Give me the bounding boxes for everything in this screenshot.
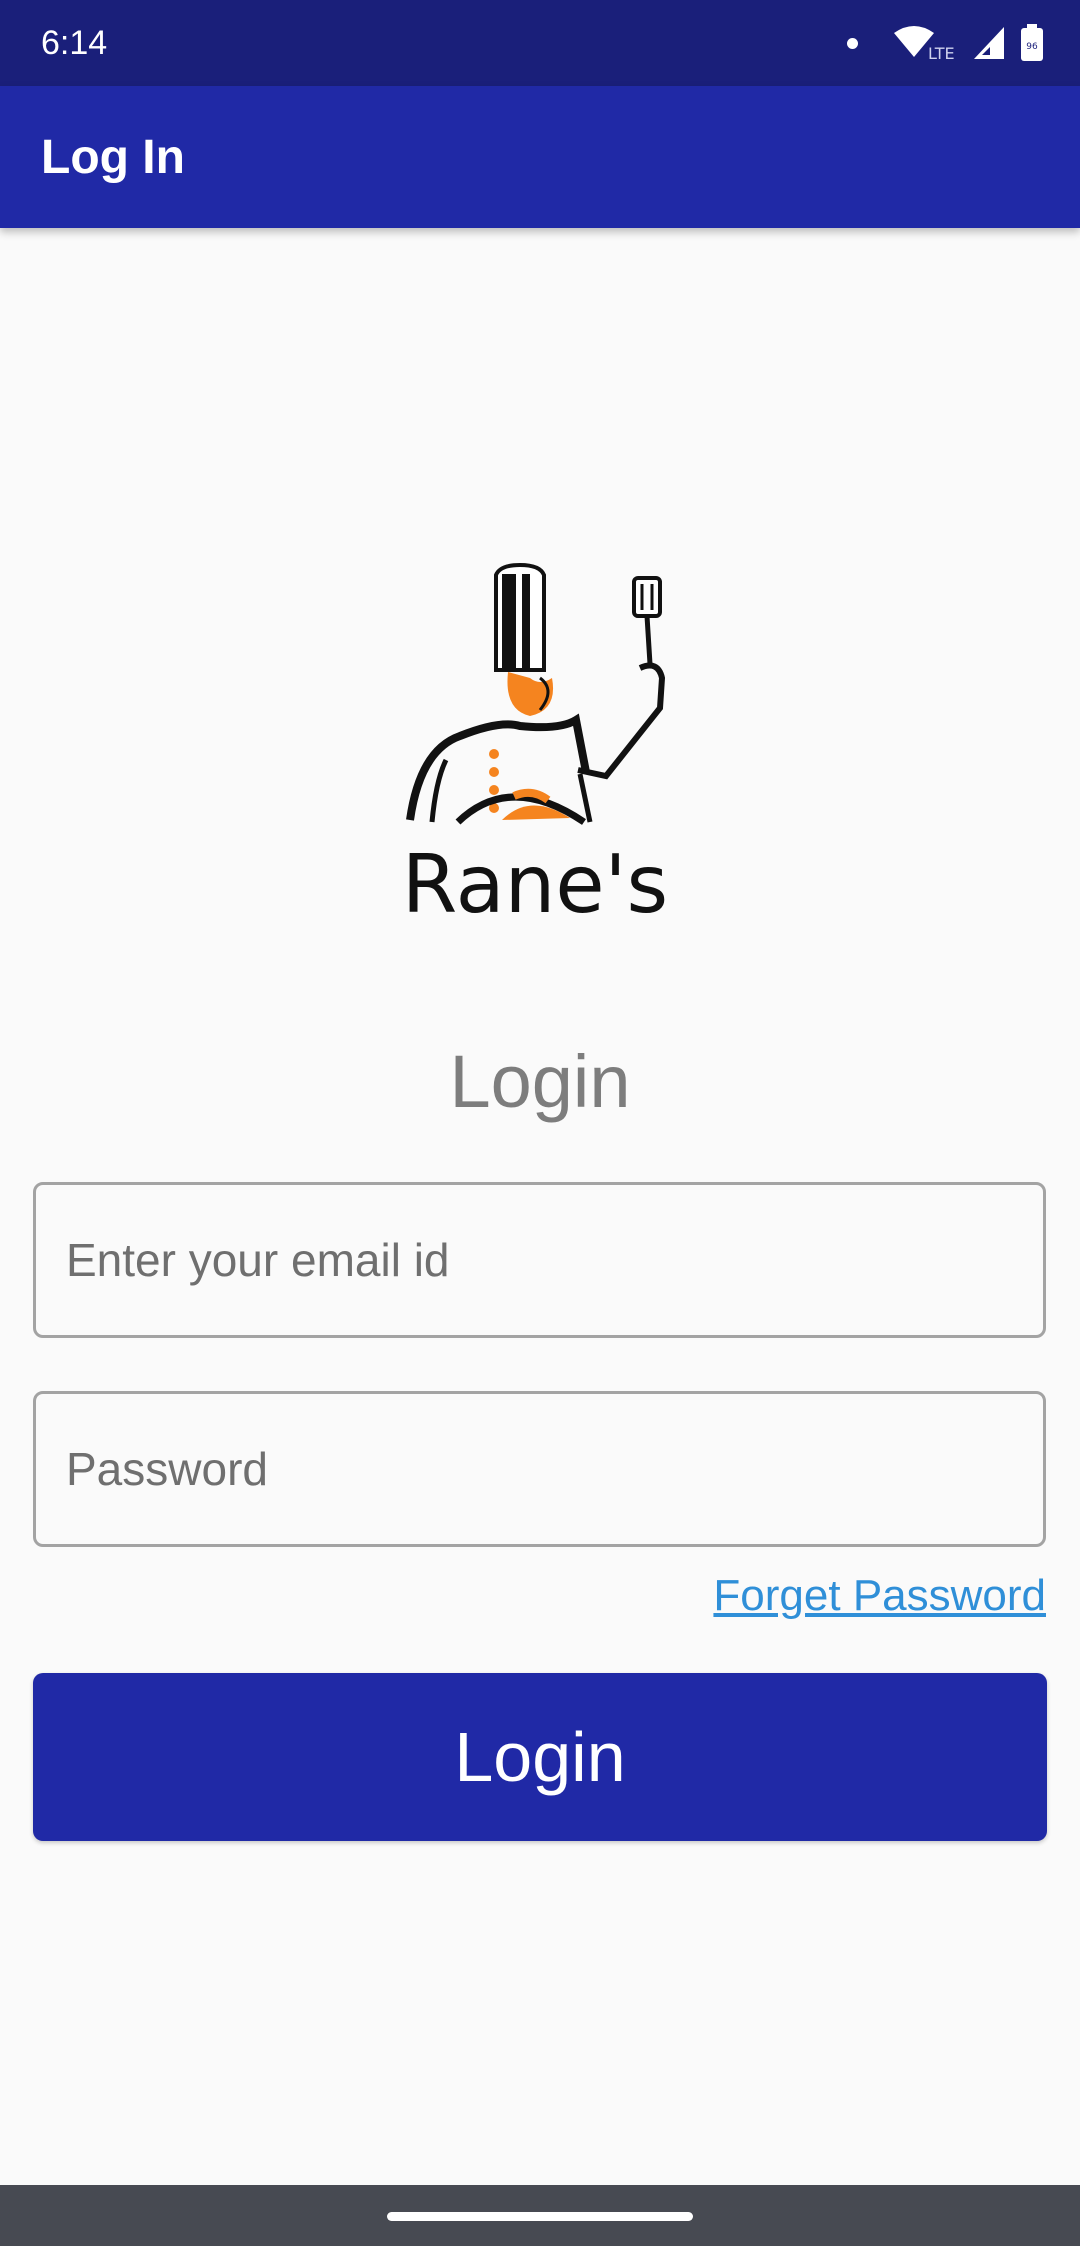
battery-level-text: 96 (1026, 42, 1038, 52)
wifi-icon: LTE (892, 23, 958, 63)
brand-logo: Rane's (390, 560, 690, 940)
brand-name: Rane's (401, 838, 669, 931)
email-field[interactable] (33, 1182, 1046, 1338)
chef-icon (406, 562, 666, 825)
battery-icon: 96 (1020, 24, 1044, 62)
login-button[interactable]: Login (33, 1673, 1047, 1841)
status-icons: LTE 96 (847, 22, 1044, 64)
app-bar-title: Log In (41, 131, 185, 184)
navigation-bar (0, 2185, 1080, 2246)
app-bar: Log In (0, 86, 1080, 228)
network-type-label: LTE (928, 44, 955, 63)
forget-password-link[interactable]: Forget Password (713, 1566, 1046, 1626)
notification-dot-icon (847, 37, 858, 49)
email-input[interactable] (36, 1185, 1043, 1335)
password-input[interactable] (36, 1394, 1043, 1544)
home-gesture-handle[interactable] (387, 2212, 693, 2221)
login-heading: Login (449, 1040, 631, 1123)
status-time: 6:14 (41, 24, 108, 62)
login-screen: 6:14 LTE 96 Log In Rane's Login Enter yo… (0, 0, 1080, 2246)
password-field[interactable] (33, 1391, 1046, 1547)
signal-icon (972, 25, 1006, 61)
status-bar: 6:14 LTE 96 (0, 0, 1080, 86)
